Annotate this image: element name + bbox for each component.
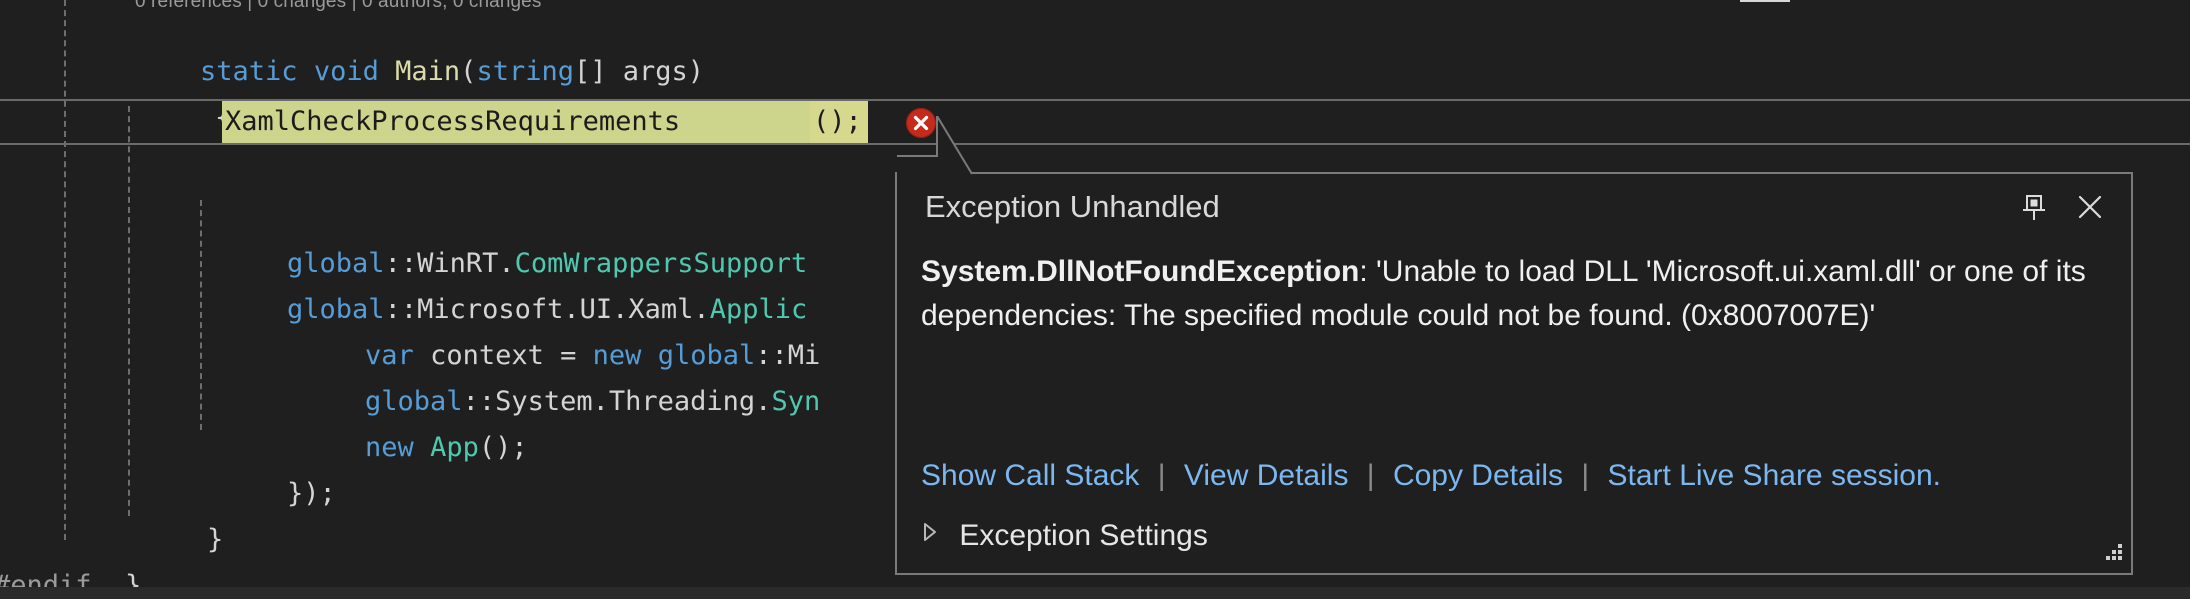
code-line[interactable]: }: [142, 471, 223, 599]
popup-header: Exception Unhandled: [897, 174, 2131, 240]
indent-guide: [200, 200, 202, 430]
show-call-stack-link[interactable]: Show Call Stack: [921, 459, 1139, 492]
copy-details-link[interactable]: Copy Details: [1393, 459, 1563, 492]
link-separator: |: [1581, 459, 1590, 492]
code-editor[interactable]: 0 references | 0 changes | 0 authors, 0 …: [0, 0, 2190, 599]
exception-message: System.DllNotFoundException: 'Unable to …: [921, 250, 2101, 338]
resize-grip[interactable]: [2099, 541, 2125, 567]
top-right-clipped-widget: [1740, 0, 1790, 2]
close-icon[interactable]: [2071, 188, 2109, 226]
popup-callout-tail: [897, 116, 973, 175]
code-line-right-sliver[interactable]: (g: [2150, 287, 2190, 425]
view-details-link[interactable]: View Details: [1184, 459, 1349, 492]
link-separator: |: [1157, 459, 1166, 492]
code-line[interactable]: });: [222, 425, 336, 563]
start-live-share-link[interactable]: Start Live Share session.: [1608, 459, 1942, 492]
exception-message-separator: :: [1359, 255, 1377, 288]
exec-line-call[interactable]: ();: [813, 101, 862, 143]
popup-action-links: Show Call Stack | View Details | Copy De…: [921, 459, 1941, 493]
exception-type: System.DllNotFoundException: [921, 255, 1360, 288]
exception-popup[interactable]: Exception Unhandled System.DllNotFoundEx…: [895, 116, 2133, 575]
popup-title: Exception Unhandled: [925, 189, 1220, 224]
exec-line-method[interactable]: XamlCheckProcessRequirements: [225, 101, 680, 143]
editor-bottom-strip: [0, 587, 2190, 599]
indent-guide: [64, 0, 66, 540]
link-separator: |: [1366, 459, 1375, 492]
pin-icon[interactable]: [2015, 188, 2053, 226]
exception-settings-expander[interactable]: Exception Settings: [921, 517, 1208, 553]
indent-guide: [128, 106, 130, 516]
exception-settings-label: Exception Settings: [959, 519, 1208, 552]
chevron-right-icon: [921, 517, 939, 551]
